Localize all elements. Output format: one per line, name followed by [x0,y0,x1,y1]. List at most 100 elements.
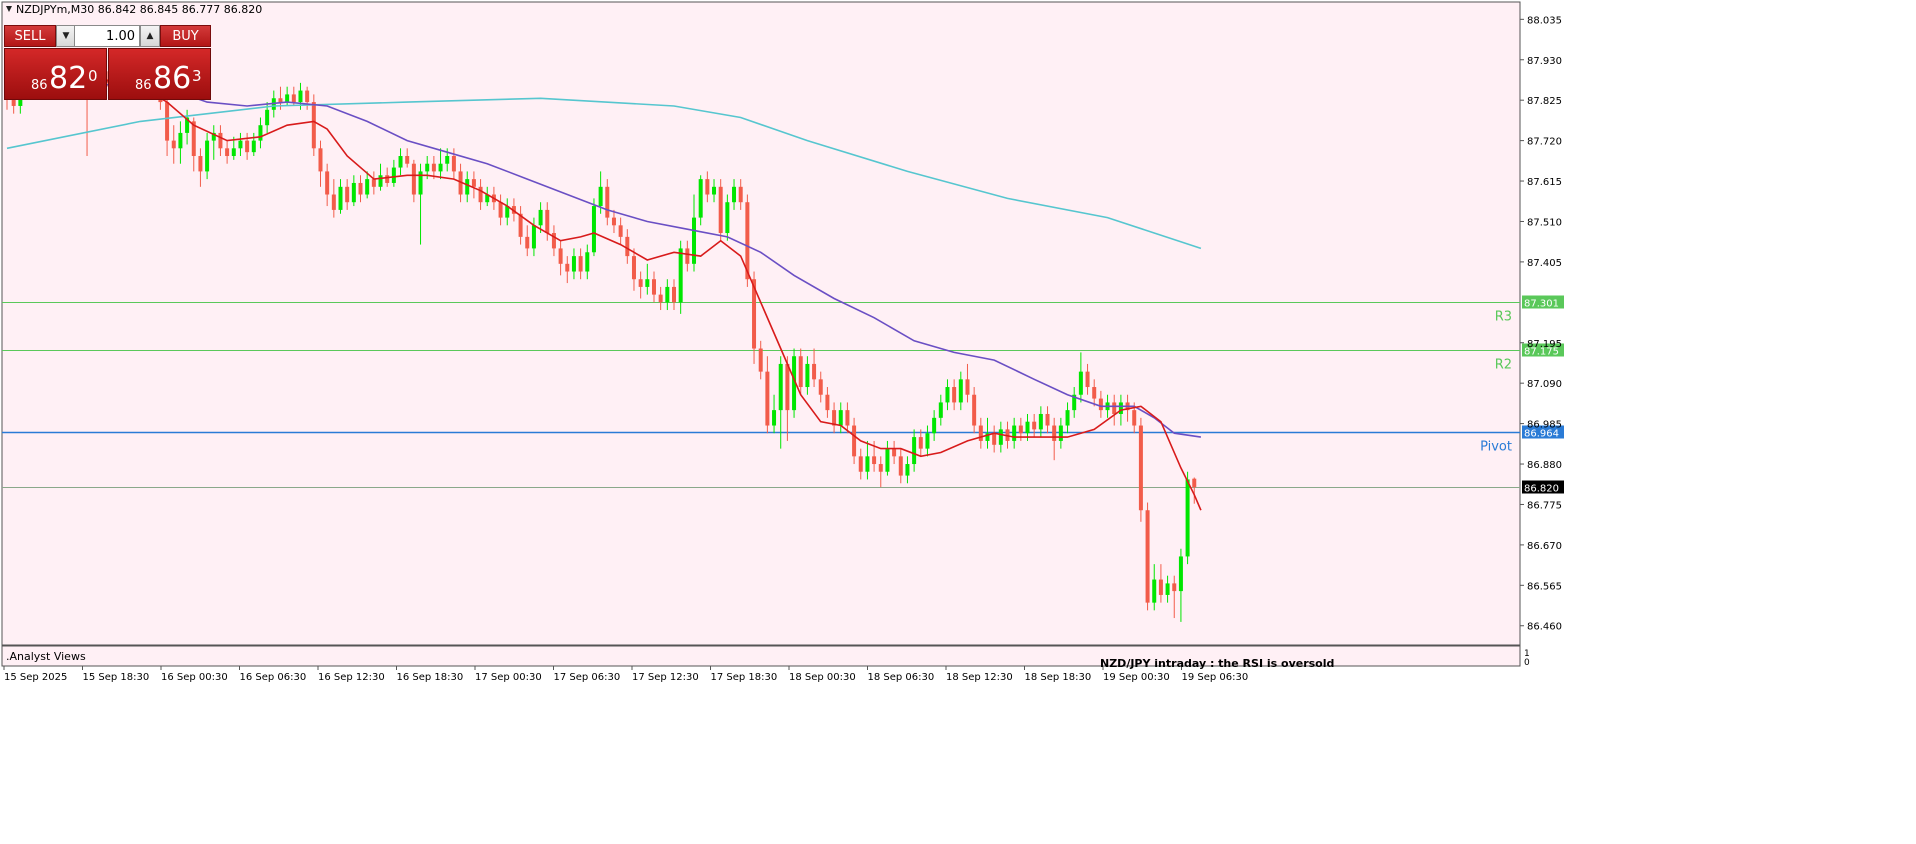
x-tick-label: 18 Sep 06:30 [868,672,935,683]
candle-body [171,140,176,149]
candle-body [732,186,737,203]
candle-body [545,209,550,234]
candle-body [651,279,656,295]
y-tick-label: 87.930 [1527,56,1562,67]
candle-body [925,433,930,449]
x-tick-label: 19 Sep 06:30 [1182,672,1249,683]
candle-body [611,217,616,226]
candle-body [765,371,770,426]
candle-body [291,94,296,103]
candle-body [645,279,650,287]
candle-body [845,410,850,426]
candle-body [1178,556,1183,592]
candle-body [431,163,436,172]
buy-price-box[interactable]: 86 86 3 [108,48,211,100]
y-tick-label: 86.670 [1527,541,1562,552]
candle-body [338,186,343,210]
current-price-label: 86.820 [1524,484,1559,495]
candle-body [178,132,183,149]
candle-body [1138,425,1143,511]
sell-button[interactable]: SELL [4,25,56,47]
x-tick-label: 17 Sep 18:30 [711,672,778,683]
buy-button[interactable]: BUY [160,25,211,47]
candle-body [311,102,316,149]
x-tick-label: 19 Sep 00:30 [1103,672,1170,683]
candle-body [945,387,950,403]
candle-body [1012,425,1017,441]
candle-body [865,456,870,472]
sell-price-box[interactable]: 86 82 0 [4,48,107,100]
candle-body [251,140,256,153]
candle-body [1032,421,1037,430]
candle-body [618,225,623,237]
candle-body [585,252,590,272]
candle-body [1025,421,1030,434]
candle-body [278,98,283,103]
candle-body [1145,510,1150,603]
candle-body [938,402,943,418]
candle-body [238,140,243,149]
y-tick-label: 86.880 [1527,460,1562,471]
candle-body [718,186,723,234]
candle-body [1152,579,1157,603]
candle-body [345,186,350,203]
candle-body [658,294,663,303]
candle-body [805,363,810,388]
candle-body [858,456,863,472]
candle-body [438,163,443,172]
x-tick-label: 16 Sep 12:30 [318,672,385,683]
candle-body [992,433,997,445]
candle-body [285,94,290,103]
candle-body [531,225,536,249]
y-tick-label: 87.615 [1527,177,1562,188]
candle-body [878,464,883,472]
buy-price-pips: 86 [153,61,192,96]
y-tick-label: 87.405 [1527,258,1562,269]
sell-price-pips: 82 [49,61,88,96]
subwindow-label: .Analyst Views [6,650,86,663]
candle-body [565,263,570,272]
lot-decrease-button[interactable]: ▼ [56,25,76,47]
candle-body [918,437,923,449]
candle-body [1172,583,1177,592]
candle-body [1185,479,1190,557]
y-tick-label: 86.565 [1527,581,1562,592]
lot-size-input[interactable] [74,25,140,47]
lot-increase-button[interactable]: ▲ [140,25,160,47]
candle-body [425,163,430,172]
candle-body [1085,371,1090,388]
y-tick-label: 87.195 [1527,339,1562,350]
candle-body [1192,478,1197,488]
candle-body [331,194,336,210]
subwindow-scale-bottom: 0 [1524,658,1530,668]
chart-header-title: NZDJPYm,M30 86.842 86.845 86.777 86.820 [16,3,262,16]
candle-body [672,286,676,303]
candle [591,198,596,257]
candle-body [758,348,763,372]
sell-price-fraction: 0 [88,67,98,85]
candle-body [818,379,823,395]
candle-body [591,206,596,253]
candle-body [952,387,957,403]
candle-body [258,125,263,141]
buy-price-fraction: 3 [192,67,202,85]
y-tick-label: 87.720 [1527,137,1562,148]
candle-body [932,417,937,434]
candle-body [838,410,843,426]
candle-body [605,186,610,218]
candle-body [405,156,410,164]
x-tick-label: 16 Sep 06:30 [240,672,307,683]
candle-body [1112,402,1117,414]
candle-body [578,256,583,272]
y-tick-label: 86.775 [1527,500,1562,511]
x-tick-label: 18 Sep 00:30 [789,672,856,683]
candle-body [558,248,563,264]
candle-body [785,363,790,411]
candle-body [231,148,236,157]
y-tick-label: 88.035 [1527,15,1562,26]
candle-body [1052,425,1057,441]
sell-price-prefix: 86 [31,78,48,93]
buy-price-prefix: 86 [135,78,152,93]
y-tick-label: 87.090 [1527,379,1562,390]
candle-body [1098,398,1103,411]
